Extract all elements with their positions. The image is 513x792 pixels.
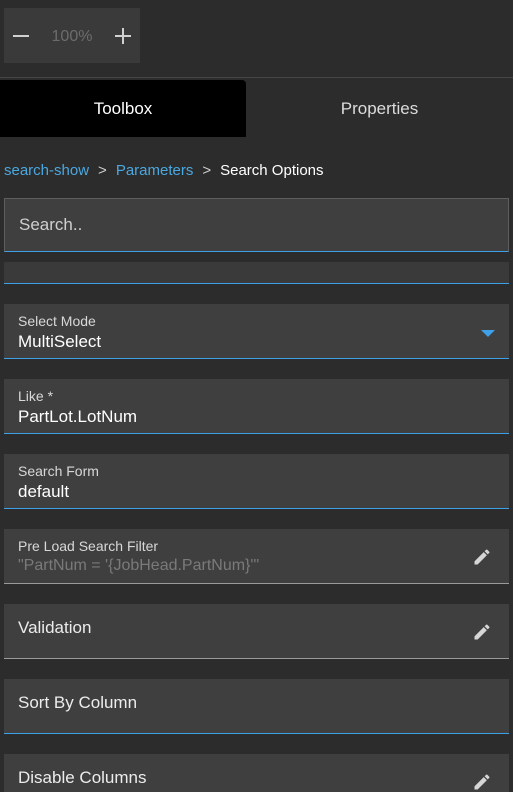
- pre-load-search-filter-placeholder: "PartNum = '{JobHead.PartNum}'": [18, 557, 260, 574]
- disable-columns-field[interactable]: Disable Columns: [4, 754, 509, 792]
- sort-by-column-label: Sort By Column: [18, 693, 138, 712]
- breadcrumb-separator: >: [98, 161, 107, 179]
- breadcrumb-separator: >: [202, 161, 212, 179]
- breadcrumb-item-search-show[interactable]: search-show: [4, 162, 89, 179]
- validation-field[interactable]: Validation: [4, 604, 509, 659]
- pre-load-search-filter-field[interactable]: Pre Load Search Filter "PartNum = '{JobH…: [4, 529, 509, 584]
- search-form-field[interactable]: Search Form default: [4, 454, 509, 509]
- pencil-icon[interactable]: [471, 771, 493, 792]
- select-mode-dropdown[interactable]: Select Mode MultiSelect: [4, 304, 509, 359]
- breadcrumb-item-parameters[interactable]: Parameters: [116, 162, 194, 179]
- zoom-control: 100%: [4, 8, 140, 63]
- pencil-icon[interactable]: [471, 621, 493, 643]
- select-mode-label: Select Mode: [18, 313, 96, 329]
- collapsed-field: [4, 262, 509, 284]
- disable-columns-label: Disable Columns: [18, 768, 147, 787]
- breadcrumb: search-show > Parameters > Search Option…: [4, 160, 324, 180]
- zoom-out-button[interactable]: [4, 8, 38, 63]
- tab-properties[interactable]: Properties: [246, 80, 513, 137]
- zoom-in-button[interactable]: [106, 8, 140, 63]
- panel-tabs: Toolbox Properties: [0, 80, 513, 137]
- select-mode-value: MultiSelect: [18, 332, 102, 351]
- sort-by-column-field[interactable]: Sort By Column: [4, 679, 509, 734]
- minus-icon: [13, 34, 29, 37]
- like-field[interactable]: Like * PartLot.LotNum: [4, 379, 509, 434]
- search-field: [4, 198, 509, 252]
- tab-toolbox[interactable]: Toolbox: [0, 80, 246, 137]
- search-input[interactable]: [5, 199, 508, 251]
- pre-load-search-filter-label: Pre Load Search Filter: [18, 538, 159, 554]
- dropdown-arrow-icon[interactable]: [481, 330, 495, 337]
- like-label: Like *: [18, 388, 54, 404]
- divider: [0, 77, 513, 78]
- breadcrumb-item-current: Search Options: [220, 161, 324, 179]
- validation-label: Validation: [18, 618, 92, 637]
- like-value: PartLot.LotNum: [18, 407, 138, 426]
- plus-icon: [115, 27, 131, 44]
- search-form-label: Search Form: [18, 463, 99, 479]
- pencil-icon[interactable]: [471, 546, 493, 568]
- zoom-level: 100%: [51, 28, 93, 45]
- search-form-value: default: [18, 482, 70, 501]
